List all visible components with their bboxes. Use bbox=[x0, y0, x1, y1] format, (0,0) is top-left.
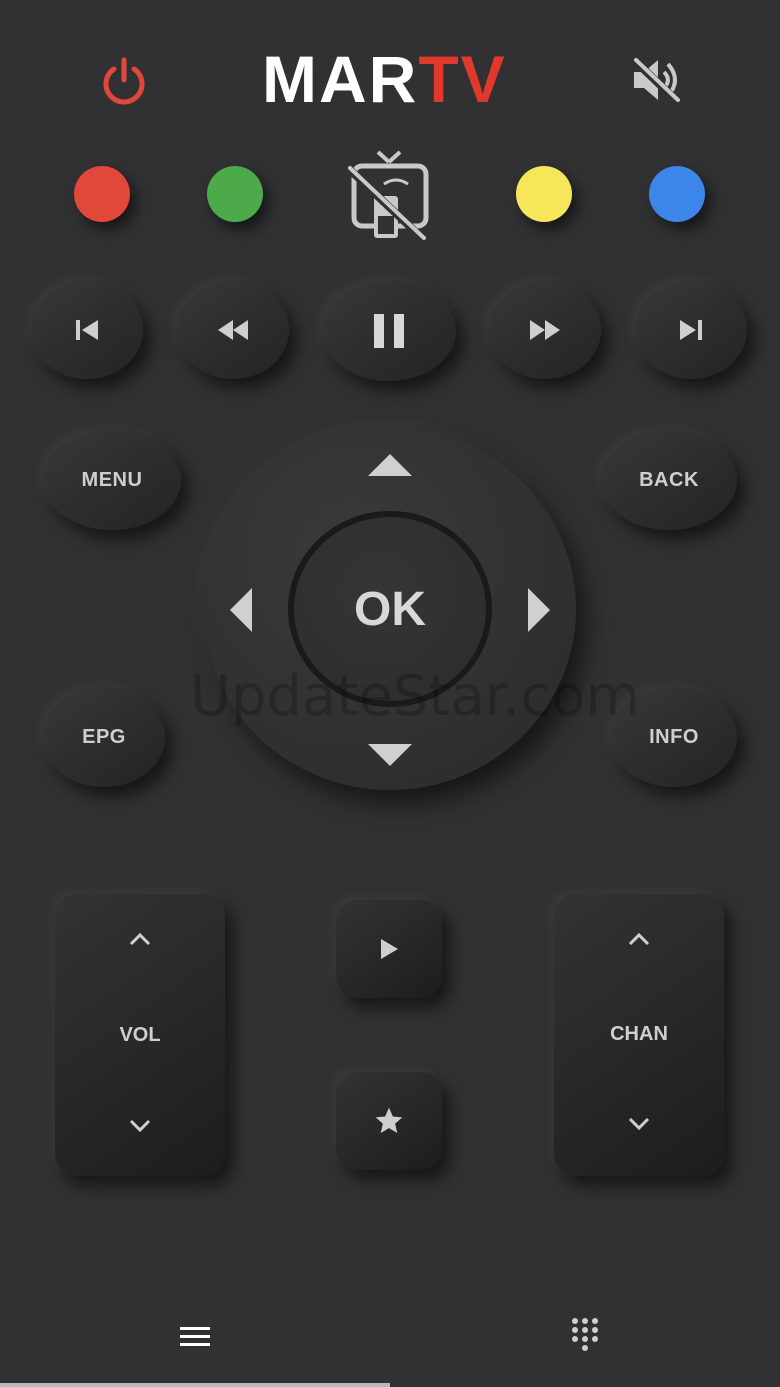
bottom-nav-keypad-tab[interactable] bbox=[560, 1312, 610, 1358]
menu-button-label: MENU bbox=[81, 468, 143, 491]
channel-rocker: CHAN bbox=[554, 894, 724, 1176]
chevron-up-icon bbox=[129, 932, 151, 946]
arrow-right-icon bbox=[528, 588, 550, 632]
menu-button[interactable]: MENU bbox=[43, 430, 181, 530]
hamburger-menu-icon bbox=[180, 1327, 210, 1346]
arrow-up-icon bbox=[368, 454, 412, 476]
volume-rocker: VOL bbox=[55, 894, 225, 1176]
cast-button[interactable] bbox=[344, 150, 434, 244]
logo-text-tv: TV bbox=[418, 42, 507, 116]
back-button[interactable]: BACK bbox=[601, 430, 737, 530]
volume-up-button[interactable] bbox=[128, 930, 152, 953]
skip-next-icon bbox=[680, 320, 702, 340]
rewind-button[interactable] bbox=[177, 281, 289, 379]
play-button[interactable] bbox=[336, 900, 442, 998]
pause-button[interactable] bbox=[322, 281, 456, 381]
fast-forward-button[interactable] bbox=[489, 281, 601, 379]
dpad-right-button[interactable] bbox=[518, 580, 558, 640]
mute-icon bbox=[631, 57, 681, 105]
ok-button-label: OK bbox=[354, 582, 426, 636]
logo-text-mar: MAR bbox=[262, 42, 419, 116]
blue-button[interactable] bbox=[649, 166, 705, 222]
back-button-label: BACK bbox=[639, 468, 699, 491]
star-icon bbox=[375, 1107, 403, 1133]
chevron-down-icon bbox=[129, 1119, 151, 1133]
channel-up-button[interactable] bbox=[627, 930, 651, 953]
epg-button-label: EPG bbox=[82, 725, 126, 748]
favorite-button[interactable] bbox=[336, 1072, 442, 1170]
skip-previous-button[interactable] bbox=[31, 281, 143, 379]
info-button-label: INFO bbox=[649, 725, 699, 748]
skip-next-button[interactable] bbox=[635, 281, 747, 379]
rewind-icon bbox=[218, 320, 248, 340]
chevron-down-icon bbox=[628, 1117, 650, 1131]
chevron-up-icon bbox=[628, 932, 650, 946]
watermark: UpdateStar.com bbox=[190, 664, 640, 729]
pause-icon bbox=[374, 314, 404, 348]
dpad-up-button[interactable] bbox=[360, 446, 420, 486]
fast-forward-icon bbox=[530, 320, 560, 340]
epg-button[interactable]: EPG bbox=[43, 687, 165, 787]
skip-previous-icon bbox=[76, 320, 98, 340]
power-button[interactable] bbox=[96, 52, 152, 108]
green-button[interactable] bbox=[207, 166, 263, 222]
channel-down-button[interactable] bbox=[627, 1115, 651, 1138]
app-logo: MARTV bbox=[262, 42, 522, 116]
volume-down-button[interactable] bbox=[128, 1117, 152, 1140]
dpad-down-button[interactable] bbox=[360, 734, 420, 774]
numeric-keypad-icon bbox=[572, 1318, 598, 1351]
red-button[interactable] bbox=[74, 166, 130, 222]
dpad-left-button[interactable] bbox=[222, 580, 262, 640]
power-icon bbox=[103, 57, 145, 105]
arrow-left-icon bbox=[230, 588, 252, 632]
play-icon bbox=[381, 939, 398, 959]
tv-cast-off-icon bbox=[345, 150, 429, 243]
active-tab-indicator bbox=[0, 1383, 390, 1387]
volume-label: VOL bbox=[119, 1023, 161, 1046]
arrow-down-icon bbox=[368, 744, 412, 766]
channel-label: CHAN bbox=[610, 1022, 668, 1045]
yellow-button[interactable] bbox=[516, 166, 572, 222]
mute-button[interactable] bbox=[628, 52, 684, 108]
bottom-nav-remote-tab[interactable] bbox=[170, 1316, 220, 1358]
